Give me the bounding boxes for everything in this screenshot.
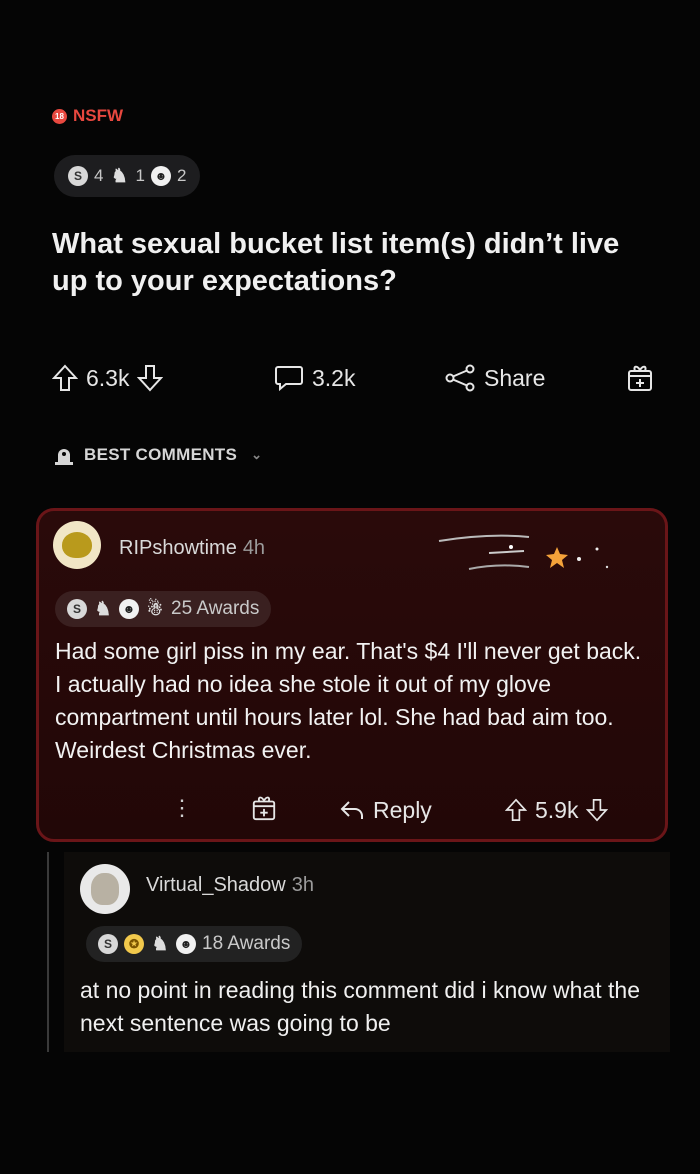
post-awards-pill[interactable]: S 4 ♞ 1 ☻ 2 (54, 155, 201, 197)
downvote-icon[interactable] (586, 798, 609, 822)
comment-score: 5.9k (535, 796, 579, 823)
silver-award-icon: S (67, 599, 87, 619)
reply-icon (340, 801, 363, 819)
award-count: 1 (135, 166, 145, 185)
comment-reply: Virtual_Shadow 3h S ✪ ♞ ☻ 18 Awards at no… (64, 852, 670, 1052)
comment-awards-pill[interactable]: S ✪ ♞ ☻ 18 Awards (86, 926, 303, 962)
comment-author-line[interactable]: Virtual_Shadow 3h (146, 874, 314, 897)
post-score: 6.3k (86, 364, 130, 391)
helpful-award-icon: ♞ (151, 933, 169, 955)
award-count: 4 (94, 166, 104, 185)
shooting-star-flair-icon (438, 534, 609, 570)
vote-group: 6.3k (52, 357, 164, 399)
sort-label: BEST COMMENTS (84, 445, 238, 464)
awards-count: 25 Awards (171, 598, 260, 619)
silver-award-icon: S (68, 166, 88, 186)
comment-icon (275, 366, 303, 392)
wholesome-award-icon: ☻ (119, 599, 139, 619)
avatar[interactable] (53, 521, 101, 569)
reply-label: Reply (373, 796, 432, 823)
award-button[interactable] (626, 357, 654, 399)
upvote-icon[interactable] (52, 364, 78, 392)
comment-body: at no point in reading this comment did … (80, 977, 640, 1036)
comment-author-line[interactable]: RIPshowtime 4h (119, 537, 265, 560)
share-button[interactable]: Share (444, 357, 545, 399)
share-label: Share (484, 364, 546, 391)
nsfw-label: NSFW (73, 106, 124, 125)
comment-age: 4h (242, 537, 266, 559)
post-title[interactable]: What sexual bucket list item(s) didn’t l… (52, 226, 662, 300)
helpful-award-icon: ♞ (94, 598, 112, 620)
comment-highlighted: RIPshowtime 4h S ♞ ☻ ☃ 25 Awards Had some… (36, 508, 668, 842)
upvote-icon[interactable] (505, 798, 527, 822)
nsfw-icon: 18 (52, 108, 67, 124)
awards-count: 18 Awards (202, 933, 291, 954)
comment-age: 3h (291, 874, 314, 896)
chevron-down-icon: ⌄ (251, 447, 263, 462)
silver-award-icon: S (98, 934, 118, 954)
comment-count: 3.2k (312, 364, 356, 391)
rocket-icon (55, 449, 73, 465)
wholesome-award-icon: ☻ (150, 166, 171, 186)
comment-author[interactable]: RIPshowtime (119, 537, 237, 559)
post-action-bar: 6.3k 3.2k Share (52, 357, 662, 399)
comment-sort-dropdown[interactable]: BEST COMMENTS ⌄ (52, 444, 262, 466)
reply-button[interactable]: Reply (339, 789, 432, 831)
helpful-award-icon: ♞ (110, 165, 128, 187)
share-icon (445, 364, 475, 392)
comment-action-bar: ⋮ Reply 5.9k (39, 789, 665, 829)
thread-line[interactable] (47, 852, 49, 1052)
downvote-icon[interactable] (137, 364, 164, 392)
wholesome-award-icon: ☻ (176, 934, 196, 954)
gift-icon[interactable] (251, 794, 277, 822)
comment-vote-group: 5.9k (505, 789, 609, 831)
comment-awards-pill[interactable]: S ♞ ☻ ☃ 25 Awards (55, 591, 272, 627)
award-count: 2 (176, 166, 187, 185)
avatar[interactable] (80, 864, 130, 914)
comment-author[interactable]: Virtual_Shadow (146, 874, 286, 896)
more-options-icon[interactable]: ⋮ (171, 795, 193, 821)
gold-award-icon: ✪ (124, 934, 144, 954)
christmas-award-icon: ☃ (146, 598, 164, 619)
comment-body: Had some girl piss in my ear. That's $4 … (55, 638, 642, 763)
nsfw-tag: 18 NSFW (52, 106, 123, 126)
comments-button[interactable]: 3.2k (274, 357, 355, 399)
gift-icon (628, 365, 652, 391)
